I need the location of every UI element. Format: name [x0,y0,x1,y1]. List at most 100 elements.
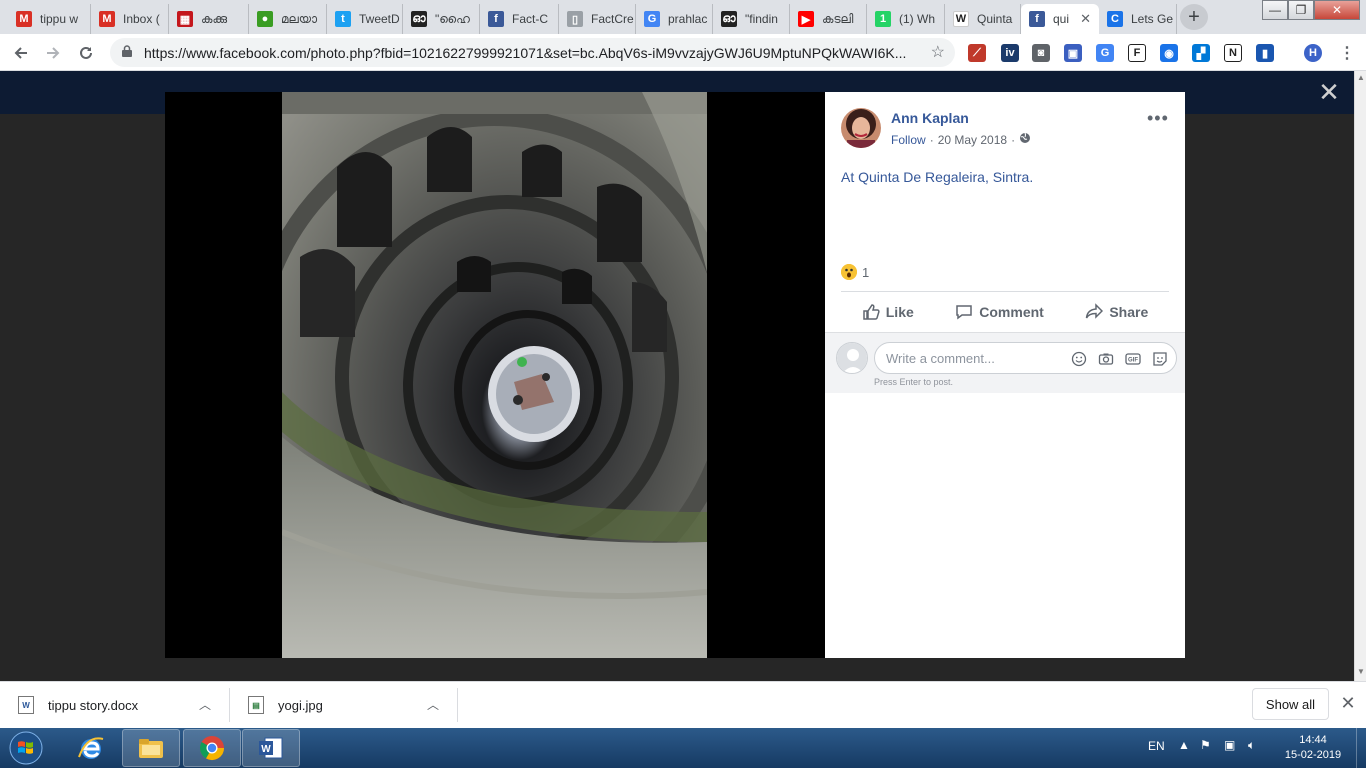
tab-1[interactable]: M Inbox ( [91,4,169,34]
like-button[interactable]: Like [862,303,914,321]
tab-10[interactable]: ▶ കടലി [790,4,867,34]
emoji-icon[interactable] [1070,350,1087,367]
tab-0[interactable]: Mtippu w [8,4,91,34]
close-window-button[interactable]: ✕ [1314,0,1360,20]
tab-12[interactable]: W Quinta [945,4,1021,34]
scroll-up-icon[interactable]: ▲ [1357,73,1365,82]
new-tab-button[interactable]: + [1180,4,1208,30]
tab-label: കടലി [822,11,854,26]
author-avatar[interactable] [841,108,881,148]
volume-icon[interactable]: 🔈︎ [1248,738,1255,753]
post-photo[interactable] [282,92,707,658]
reactions-summary[interactable]: 1 [841,264,869,280]
font-icon[interactable]: F [1128,44,1146,62]
system-clock[interactable]: 14:44 15-02-2019 [1276,733,1350,763]
close-shelf-icon[interactable]: ✕ [1338,693,1358,714]
scroll-down-icon[interactable]: ▼ [1357,667,1365,676]
minimize-window-button[interactable]: — [1262,0,1288,20]
comment-tools: GIF [1070,350,1168,367]
show-all-button[interactable]: Show all [1252,688,1329,720]
tab-4[interactable]: t TweetD [327,4,403,34]
windows-icon[interactable]: ▞ [1192,44,1210,62]
bookmark-star-icon[interactable]: ☆ [931,42,945,62]
download-item[interactable]: ▤ yogi.jpg ︿ [230,688,458,722]
tab-3[interactable]: ● മലയാ [249,4,327,34]
svg-text:GIF: GIF [1128,357,1138,363]
close-tab-icon[interactable]: ✕ [1074,11,1091,27]
tab-5[interactable]: ഓ "ഹൈ [403,4,480,34]
comment-button[interactable]: Comment [955,303,1044,321]
tab-label: qui [1053,12,1070,26]
tab-2[interactable]: ▦ കക്കു [169,4,249,34]
start-button[interactable] [4,729,48,767]
share-button[interactable]: Share [1085,303,1148,321]
bookmark-icon[interactable]: ▮ [1256,44,1274,62]
facebook-icon: f [488,11,504,27]
tab-label: കക്കു [201,11,228,26]
ml-logo-icon: ഓ [411,11,427,27]
tab-label: "ഹൈ [435,11,470,26]
tab-label: prahlac [668,12,708,26]
tab-label: "findin [745,12,778,26]
sticker-icon[interactable] [1151,350,1168,367]
follow-link[interactable]: Follow [891,133,926,147]
word-icon: W [259,737,283,759]
twitter-icon: t [335,11,351,27]
post-panel: Ann Kaplan Follow · 20 May 2018 · ••• At… [825,92,1185,658]
invid-icon[interactable]: iv [1001,44,1019,62]
back-button[interactable] [8,40,34,66]
internet-explorer-taskbar[interactable] [62,729,120,767]
internet-explorer-icon [78,737,104,759]
tab-strip: Mtippu w M Inbox (▦ കക്കു ● മലയാ t TweetD ഓ "ഹൈ f F… [0,0,1366,34]
forward-button[interactable] [40,40,66,66]
comment-input[interactable]: Write a comment... GIF [874,342,1177,374]
word-taskbar[interactable]: W [242,729,300,767]
tab-6[interactable]: f Fact-C [480,4,559,34]
camera-icon[interactable]: ◙ [1032,44,1050,62]
word-doc-icon: W [18,696,34,714]
camera-icon[interactable] [1097,350,1114,367]
chevron-up-icon[interactable]: ︿ [199,696,211,713]
download-item[interactable]: W tippu story.docx ︿ [0,688,230,722]
show-desktop-button[interactable] [1356,728,1366,768]
post-date[interactable]: 20 May 2018 [938,133,1007,147]
close-photo-icon[interactable]: ✕ [1316,77,1342,107]
profile-avatar-icon[interactable]: H [1304,44,1322,62]
language-indicator[interactable]: EN [1148,739,1165,753]
loading-icon: C [1107,11,1123,27]
page-scrollbar[interactable]: ▲ ▼ [1354,71,1366,681]
screen: Mtippu w M Inbox (▦ കക്കു ● മലയാ t TweetD ഓ "ഹൈ f F… [0,0,1366,768]
tab-8[interactable]: Gprahlac [636,4,713,34]
author-name[interactable]: Ann Kaplan [891,110,969,126]
file-explorer-taskbar[interactable] [122,729,180,767]
browser-menu-icon[interactable]: ⋮ [1338,44,1356,62]
network-icon[interactable]: ▣ [1224,738,1235,752]
translate-icon[interactable]: G [1096,44,1114,62]
whatsapp-icon: 1 [875,11,891,27]
share-icon [1086,303,1104,319]
tab-9[interactable]: ഓ "findin [713,4,790,34]
web-page: ✕ Ann Kaplan Follow · 20 May 2018 · ••• … [0,71,1366,681]
pdf-icon[interactable]: ⟋ [968,44,986,62]
tab-7[interactable]: ▯ FactCre [559,4,636,34]
address-bar[interactable]: https://www.facebook.com/photo.php?fbid=… [110,38,955,67]
action-center-flag-icon[interactable]: ⚑ [1200,738,1211,752]
tab-13[interactable]: f qui ✕ [1021,4,1099,34]
tray-expand-icon[interactable]: ▲ [1178,738,1190,752]
post-actions: Like Comment Share [841,292,1169,332]
eye-icon[interactable]: ◉ [1160,44,1178,62]
tab-11[interactable]: 1 (1) Wh [867,4,945,34]
notion-icon[interactable]: N [1224,44,1242,62]
chevron-up-icon[interactable]: ︿ [427,696,439,713]
location-link[interactable]: Quinta De Regaleira, Sintra. [858,169,1033,185]
gif-icon[interactable]: GIF [1124,350,1141,367]
maximize-window-button[interactable]: ❐ [1288,0,1314,20]
chrome-icon [199,736,224,761]
more-options-icon[interactable]: ••• [1147,108,1169,129]
windows-taskbar: W EN ▲ ⚑ ▣ 🔈︎ 14:44 15-02-2019 [0,728,1366,768]
image-search-icon[interactable]: ▣ [1064,44,1082,62]
tab-14[interactable]: C Lets Ge [1099,4,1177,34]
gmail-icon: M [99,11,115,27]
reload-button[interactable] [73,40,99,66]
chrome-taskbar[interactable] [183,729,241,767]
